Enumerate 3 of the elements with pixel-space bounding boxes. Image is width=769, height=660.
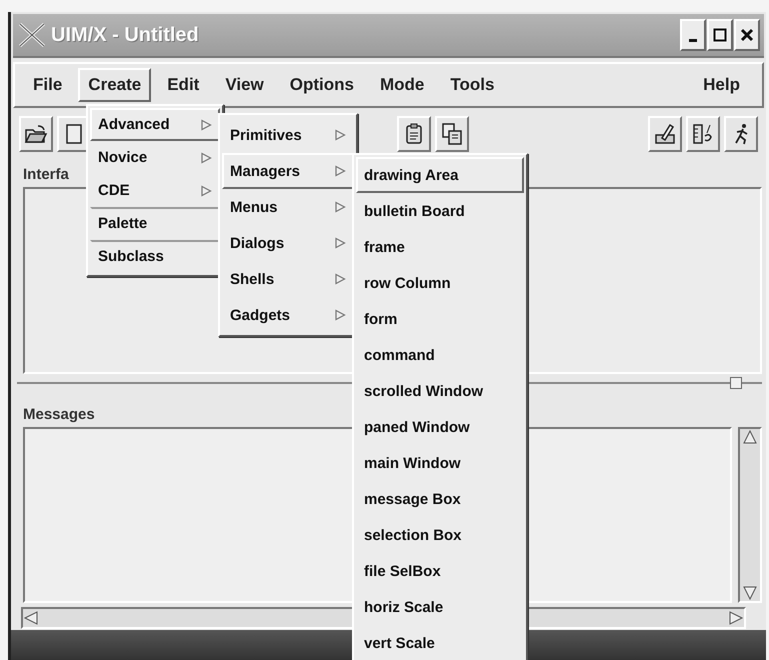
panel-label: Interfa: [23, 166, 69, 183]
window-title: UIM/X - Untitled: [51, 24, 200, 46]
panel-label: Messages: [23, 406, 95, 423]
